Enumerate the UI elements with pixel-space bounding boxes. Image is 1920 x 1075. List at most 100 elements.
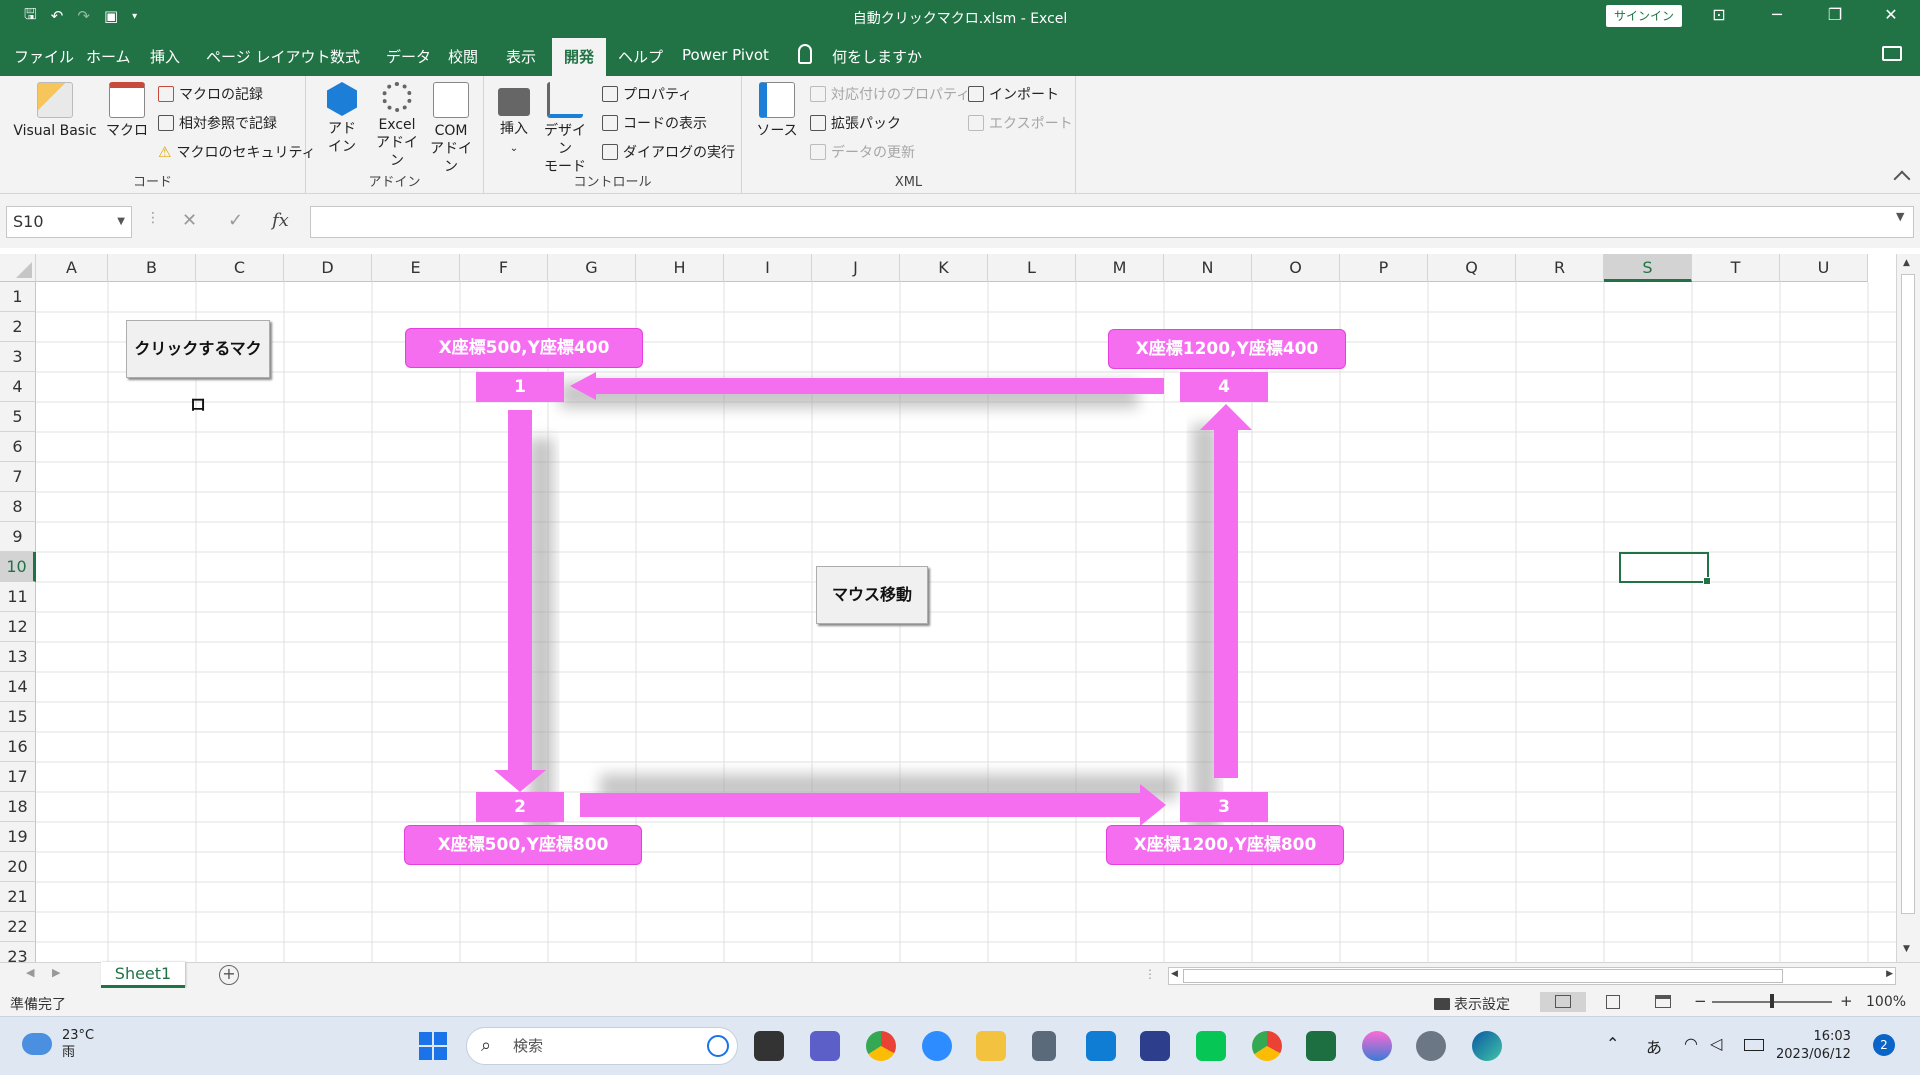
insert-control-button[interactable]: 挿入 ⌄ [494, 82, 534, 158]
chrome-profile-icon[interactable] [1252, 1031, 1282, 1061]
point-number-1[interactable]: 1 [476, 372, 564, 402]
start-button[interactable] [419, 1032, 447, 1060]
worksheet-grid[interactable]: ABCDEFGHIJKLMNOPQRSTU 1 2 3 4 5 6 7 8 9 10 11 12 13 1… [0, 254, 1920, 962]
map-properties-button[interactable]: 対応付けのプロパティ [810, 84, 970, 104]
taskbar-search[interactable]: ⌕ 検索 [466, 1027, 738, 1065]
signin-button[interactable]: サインイン [1606, 5, 1682, 27]
coordinate-label-1[interactable]: X座標500,Y座標400 [405, 328, 643, 368]
volume-icon[interactable]: ◁ [1710, 1034, 1722, 1053]
teams-chat-icon[interactable] [810, 1031, 840, 1061]
collapse-ribbon-icon[interactable] [1893, 170, 1911, 188]
close-icon[interactable]: ✕ [1862, 0, 1920, 32]
tab-data[interactable]: データ [386, 46, 431, 67]
expansion-packs-button[interactable]: 拡張パック [810, 113, 901, 133]
form-icon[interactable]: ▣ [104, 7, 118, 25]
horizontal-scroll-thumb[interactable] [1183, 969, 1783, 983]
zoom-level[interactable]: 100% [1866, 994, 1906, 1010]
comments-icon[interactable] [1882, 46, 1902, 61]
visual-basic-button[interactable]: Visual Basic [10, 82, 100, 140]
coordinate-label-4[interactable]: X座標1200,Y座標400 [1108, 329, 1346, 369]
design-mode-button[interactable]: デザイン モード [540, 82, 590, 176]
point-number-2[interactable]: 2 [476, 792, 564, 822]
zoom-in-button[interactable]: + [1840, 992, 1853, 1010]
tab-help[interactable]: ヘルプ [618, 46, 663, 67]
next-sheet-icon[interactable]: ▶ [52, 966, 60, 979]
record-macro-button[interactable]: マクロの記録 [158, 84, 263, 104]
file-explorer-icon[interactable] [976, 1031, 1006, 1061]
paint-icon[interactable] [1362, 1031, 1392, 1061]
selected-cell[interactable] [1619, 552, 1711, 585]
ime-indicator[interactable]: あ [1646, 1034, 1662, 1058]
coordinate-label-2[interactable]: X座標500,Y座標800 [404, 825, 642, 865]
coordinate-label-3[interactable]: X座標1200,Y座標800 [1106, 825, 1344, 865]
enter-icon[interactable]: ✓ [228, 210, 243, 231]
redo-icon[interactable]: ↷ [77, 7, 90, 25]
undo-icon[interactable]: ↶ [51, 7, 64, 25]
page-break-view-button[interactable] [1640, 992, 1686, 1012]
prev-sheet-icon[interactable]: ◀ [26, 966, 34, 979]
refresh-data-button[interactable]: データの更新 [810, 142, 915, 162]
customize-qat-icon[interactable]: ▾ [132, 11, 137, 22]
tab-power-pivot[interactable]: Power Pivot [682, 46, 769, 64]
vertical-scroll-thumb[interactable] [1901, 274, 1915, 914]
normal-view-button[interactable] [1540, 992, 1586, 1012]
name-box[interactable]: S10 ▼ [6, 206, 132, 238]
com-addins-button[interactable]: COM アドイン [424, 82, 478, 176]
tab-insert[interactable]: 挿入 [150, 46, 180, 67]
taskbar-clock[interactable]: 16:03 2023/06/12 [1776, 1028, 1851, 1064]
point-number-4[interactable]: 4 [1180, 372, 1268, 402]
addins-button[interactable]: アド イン [322, 82, 362, 156]
page-layout-view-button[interactable] [1590, 992, 1636, 1012]
run-dialog-button[interactable]: ダイアログの実行 [602, 142, 735, 162]
weather-widget[interactable]: 23°C 雨 [22, 1027, 94, 1061]
macro-button[interactable]: マクロ [104, 82, 150, 140]
xml-source-button[interactable]: ソース [754, 82, 800, 140]
tab-page-layout[interactable]: ページ レイアウト [206, 46, 330, 67]
chrome-icon[interactable] [866, 1031, 896, 1061]
vertical-scrollbar[interactable]: ▲ ▼ [1896, 254, 1920, 962]
notification-badge[interactable]: 2 [1873, 1034, 1895, 1056]
sheet-tab-sheet1[interactable]: Sheet1 [101, 962, 185, 988]
click-macro-button[interactable]: クリックするマクロ [126, 320, 270, 414]
minimize-icon[interactable]: ─ [1748, 0, 1806, 32]
mouse-move-button[interactable]: マウス移動 [816, 566, 928, 624]
settings-gear-icon[interactable] [1416, 1031, 1446, 1061]
tab-developer[interactable]: 開発 [552, 38, 607, 76]
relative-reference-button[interactable]: 相対参照で記録 [158, 113, 277, 133]
split-handle-icon[interactable]: ⋮ [1144, 967, 1156, 981]
macro-security-button[interactable]: ⚠ マクロのセキュリティ [158, 142, 316, 162]
edge-icon[interactable] [1472, 1031, 1502, 1061]
cancel-icon[interactable]: ✕ [182, 210, 197, 231]
zoom-icon[interactable] [922, 1031, 952, 1061]
scroll-right-icon[interactable]: ▶ [1886, 969, 1893, 979]
tab-home[interactable]: ホーム [86, 46, 131, 67]
point-number-3[interactable]: 3 [1180, 792, 1268, 822]
name-box-dropdown-icon[interactable]: ▼ [117, 207, 125, 237]
xml-export-button[interactable]: エクスポート [968, 113, 1073, 133]
scroll-up-icon[interactable]: ▲ [1903, 258, 1910, 268]
show-hidden-icons-icon[interactable]: ⌃ [1606, 1034, 1619, 1053]
view-code-button[interactable]: コードの表示 [602, 113, 707, 133]
add-sheet-button[interactable]: + [219, 965, 239, 985]
wifi-icon[interactable]: ◠ [1684, 1034, 1698, 1053]
line-icon[interactable] [1196, 1031, 1226, 1061]
properties-button[interactable]: プロパティ [602, 84, 692, 104]
formula-input[interactable] [310, 206, 1914, 238]
scroll-down-icon[interactable]: ▼ [1903, 944, 1910, 954]
zoom-out-button[interactable]: − [1694, 992, 1707, 1010]
tab-view[interactable]: 表示 [506, 46, 536, 67]
excel-addins-button[interactable]: Excel アドイン [370, 82, 424, 170]
calculator-icon[interactable] [1032, 1031, 1056, 1061]
zoom-slider-thumb[interactable] [1770, 994, 1774, 1008]
powershell-icon[interactable] [1140, 1031, 1170, 1061]
horizontal-scrollbar[interactable]: ◀ ▶ [1168, 967, 1896, 985]
task-view-icon[interactable] [754, 1031, 784, 1061]
scroll-left-icon[interactable]: ◀ [1171, 969, 1178, 979]
tab-formulas[interactable]: 数式 [330, 46, 360, 67]
insert-function-icon[interactable]: fx [272, 210, 289, 231]
expand-formula-bar-icon[interactable]: ▼ [1896, 210, 1904, 223]
tell-me-search[interactable]: 何をしますか [832, 46, 922, 67]
battery-icon[interactable] [1744, 1039, 1764, 1051]
vscode-icon[interactable] [1086, 1031, 1116, 1061]
restore-icon[interactable]: ❐ [1806, 0, 1864, 32]
